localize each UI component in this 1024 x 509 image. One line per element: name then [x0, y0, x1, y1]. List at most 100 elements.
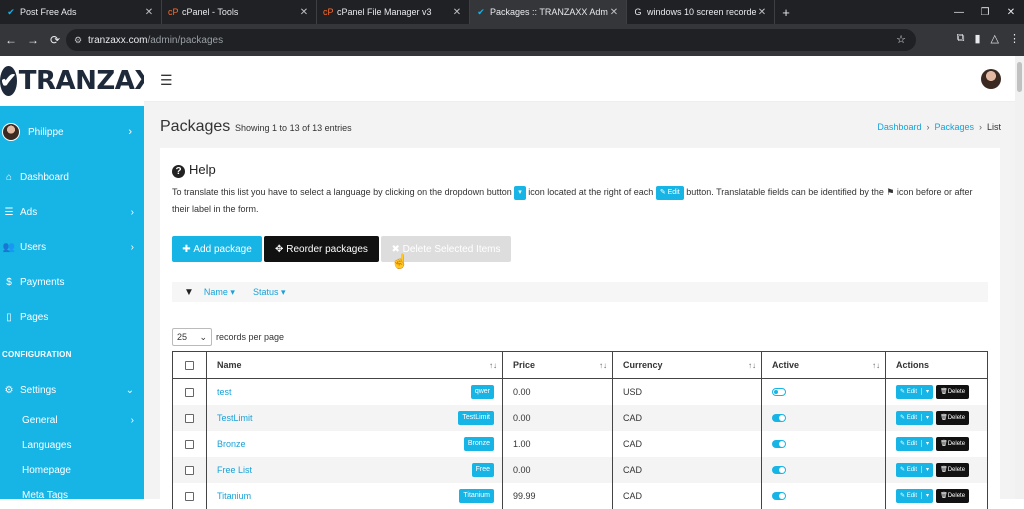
delete-button[interactable]: 🗑 Delete	[936, 488, 970, 503]
active-cell	[761, 404, 886, 431]
logo[interactable]: ✔ TRANZAXX	[0, 56, 174, 106]
sidebar-subitem-meta-tags[interactable]: Meta Tags	[0, 483, 144, 508]
package-tag-badge: Free	[471, 462, 494, 477]
browser-menu-icon[interactable]: ⋮	[1009, 32, 1020, 45]
select-all-checkbox[interactable]	[185, 361, 194, 371]
chevron-down-icon: ⌄	[199, 331, 207, 342]
caret-down-icon[interactable]: ▾	[921, 440, 933, 447]
browser-tab[interactable]: ✔ Packages :: TRANZAXX Admin ✕	[470, 0, 627, 24]
edit-button[interactable]: ✎ Edit ▾	[896, 462, 934, 477]
package-tag-badge: TestLimit	[458, 410, 494, 425]
tab-favicon-icon: ✔	[477, 7, 485, 17]
sidebar-subitem-languages[interactable]: Languages	[0, 433, 144, 458]
address-bar[interactable]: ⚙ tranzaxx.com/admin/packages ☆	[66, 29, 916, 51]
header-currency: Currency	[623, 360, 663, 370]
active-toggle[interactable]	[772, 414, 786, 423]
close-window-icon[interactable]: ✕	[998, 7, 1024, 18]
delete-button[interactable]: 🗑 Delete	[936, 384, 970, 399]
edit-button[interactable]: ✎ Edit ▾	[896, 384, 934, 399]
tab-title: Post Free Ads	[20, 7, 77, 17]
warning-icon[interactable]: △	[991, 32, 999, 45]
back-icon[interactable]: ←	[0, 33, 22, 47]
sidebar-item-dashboard[interactable]: ⌂ Dashboard	[0, 160, 144, 195]
sidebar-item-ads[interactable]: ☰ Ads ›	[0, 195, 144, 230]
tab-close-icon[interactable]: ✕	[451, 7, 463, 18]
restore-icon[interactable]: ❐	[972, 7, 998, 18]
page-scrollbar[interactable]	[1015, 56, 1024, 499]
browser-tab[interactable]: cP cPanel File Manager v3 ✕	[317, 0, 470, 24]
caret-down-icon[interactable]: ▾	[921, 466, 933, 473]
active-toggle[interactable]	[772, 440, 786, 449]
reorder-packages-button[interactable]: ✥ Reorder packages	[264, 236, 379, 262]
caret-down-icon[interactable]: ▾	[921, 492, 933, 499]
tab-close-icon[interactable]: ✕	[143, 7, 155, 18]
sidebar-user[interactable]: Philippe ›	[0, 112, 144, 152]
column-price[interactable]: Price ↑↓	[502, 351, 613, 379]
delete-button[interactable]: 🗑 Delete	[936, 462, 970, 477]
caret-down-icon[interactable]: ▾	[921, 414, 933, 421]
help-text: To translate this list you have to selec…	[172, 184, 987, 218]
extensions-icon[interactable]: ⧉	[957, 32, 965, 45]
gear-icon: ⚙	[4, 385, 14, 396]
hamburger-menu-icon[interactable]: ☰	[160, 72, 173, 89]
column-name[interactable]: Name ↑↓	[206, 351, 503, 379]
scrollbar-thumb[interactable]	[1017, 62, 1022, 92]
tab-close-icon[interactable]: ✕	[298, 7, 310, 18]
subtitle-total: 13	[312, 123, 323, 133]
page-size-value: 25	[177, 332, 188, 342]
name-filter[interactable]: Name ▾	[204, 287, 235, 298]
new-tab-button[interactable]: +	[775, 0, 797, 24]
edit-button[interactable]: ✎ Edit ▾	[896, 436, 934, 451]
bookmark-star-icon[interactable]: ☆	[896, 33, 906, 46]
tab-title: windows 10 screen recorder sh	[647, 7, 756, 17]
column-currency[interactable]: Currency ↑↓	[612, 351, 762, 379]
caret-down-icon[interactable]: ▾	[921, 388, 933, 396]
tab-close-icon[interactable]: ✕	[756, 7, 768, 18]
breadcrumb-packages[interactable]: Packages	[934, 122, 974, 132]
delete-button[interactable]: 🗑 Delete	[936, 436, 970, 451]
browser-tab[interactable]: cP cPanel - Tools ✕	[162, 0, 317, 24]
price-cell: 0.00	[502, 378, 613, 405]
browser-tab[interactable]: Gwindows 10 screen recorder sh✕	[627, 0, 775, 24]
package-name-link[interactable]: Free List	[217, 465, 252, 475]
breadcrumb-current: List	[986, 122, 1001, 132]
minimize-icon[interactable]: —	[946, 7, 972, 18]
sidebar-subitem-label: Homepage	[22, 465, 71, 476]
header-name: Name	[217, 360, 242, 370]
status-filter[interactable]: Status ▾	[253, 287, 286, 298]
sidebar-subitem-general[interactable]: General ›	[0, 408, 144, 433]
package-name-link[interactable]: Bronze	[217, 439, 246, 449]
delete-button[interactable]: 🗑 Delete	[936, 410, 970, 425]
sidebar-item-users[interactable]: 👥 Users ›	[0, 230, 144, 265]
avatar[interactable]	[981, 69, 1001, 89]
package-name-link[interactable]: test	[217, 387, 232, 397]
edit-button[interactable]: ✎ Edit ▾	[896, 410, 934, 425]
breadcrumb-dashboard[interactable]: Dashboard	[877, 122, 921, 132]
browser-tab[interactable]: ✔ Post Free Ads ✕	[0, 0, 162, 24]
active-toggle[interactable]	[772, 466, 786, 475]
package-name-link[interactable]: Titanium	[217, 491, 251, 501]
sidebar-icon[interactable]: ▮	[974, 32, 980, 45]
filter-bar: ▼ Name ▾ Status ▾	[172, 282, 988, 302]
sidebar-subitem-homepage[interactable]: Homepage	[0, 458, 144, 483]
row-checkbox[interactable]	[185, 413, 194, 423]
add-package-button[interactable]: ✚ Add package	[172, 236, 262, 262]
page-size-select[interactable]: 25 ⌄	[172, 328, 212, 346]
browser-toolbar: ← → ⟳ ⚙ tranzaxx.com/admin/packages ☆ ⧉ …	[0, 24, 1024, 56]
reload-icon[interactable]: ⟳	[44, 33, 66, 47]
package-name-link[interactable]: TestLimit	[217, 413, 253, 423]
row-checkbox[interactable]	[185, 387, 194, 397]
site-info-icon[interactable]: ⚙	[74, 35, 88, 46]
sidebar-item-pages[interactable]: ▯ Pages	[0, 300, 144, 335]
active-toggle[interactable]	[772, 388, 786, 397]
sidebar-item-payments[interactable]: $ Payments	[0, 265, 144, 300]
row-checkbox[interactable]	[185, 465, 194, 475]
column-active[interactable]: Active ↑↓	[761, 351, 886, 379]
sidebar-item-settings[interactable]: ⚙ Settings ⌄	[0, 373, 144, 408]
row-checkbox[interactable]	[185, 491, 194, 501]
tab-favicon-icon: cP	[323, 7, 334, 17]
edit-button[interactable]: ✎ Edit ▾	[896, 488, 934, 503]
forward-icon[interactable]: →	[22, 33, 44, 47]
row-checkbox[interactable]	[185, 439, 194, 449]
tab-close-icon[interactable]: ✕	[608, 7, 620, 18]
